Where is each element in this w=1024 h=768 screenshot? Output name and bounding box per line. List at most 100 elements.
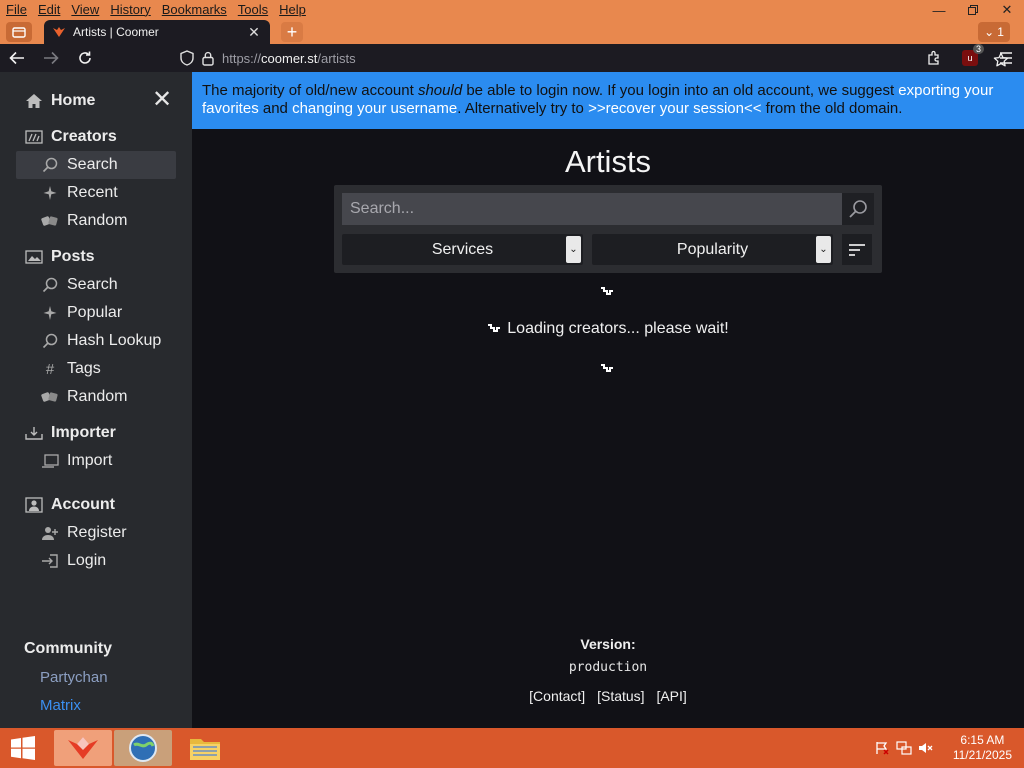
change-username-link[interactable]: changing your username <box>292 100 457 117</box>
sidebar-item-posts-hash-lookup[interactable]: Hash Lookup <box>16 327 176 355</box>
posts-icon <box>24 247 44 267</box>
forward-button[interactable] <box>34 44 68 72</box>
services-select[interactable]: Services ⌄ <box>342 234 583 265</box>
menu-history[interactable]: History <box>104 0 155 20</box>
community-title: Community <box>24 640 112 657</box>
system-tray: 6:15 AM 11/21/2025 <box>871 728 1012 768</box>
account-icon <box>24 495 44 515</box>
taskbar-app-explorer[interactable] <box>176 730 234 766</box>
partychan-link[interactable]: Partychan <box>40 669 108 686</box>
volume-muted-icon[interactable] <box>915 737 937 759</box>
home-label: Home <box>51 92 96 109</box>
menu-view[interactable]: View <box>65 0 104 20</box>
creators-icon <box>24 127 44 147</box>
menu-file[interactable]: File <box>0 0 32 20</box>
search-button[interactable] <box>842 193 874 225</box>
sidebar-item-posts-search[interactable]: Search <box>16 271 176 299</box>
close-tab-icon[interactable]: ✕ <box>246 24 262 41</box>
url-path: /artists <box>317 50 356 66</box>
home-icon <box>24 91 44 111</box>
sidebar-item-register[interactable]: Register <box>16 519 176 547</box>
sidebar-item-label: Search <box>67 276 118 293</box>
sidebar-item-label: Search <box>67 156 118 173</box>
matrix-link[interactable]: Matrix <box>40 697 81 714</box>
menu-edit[interactable]: Edit <box>32 0 65 20</box>
sidebar-section-account: Account <box>24 491 184 519</box>
notice-emphasis: should <box>417 82 463 99</box>
status-link[interactable]: [Status] <box>597 688 644 704</box>
search-input[interactable] <box>342 193 842 225</box>
sparkle-icon <box>40 183 60 203</box>
minimize-icon[interactable]: — <box>922 0 956 20</box>
toolbar-right: u 3 <box>916 44 1024 72</box>
sidebar-item-label: Recent <box>67 184 118 201</box>
sidebar-item-creators-recent[interactable]: Recent <box>16 179 176 207</box>
main-content: The majority of old/new account should b… <box>192 72 1024 728</box>
navigation-bar: https://coomer.st/artists u 3 <box>0 44 1024 72</box>
search-icon <box>40 331 60 351</box>
taskbar-app-browser[interactable] <box>114 730 172 766</box>
sidebar: Home ✕ Creators Search Recent Random Pos… <box>0 72 192 728</box>
sidebar-item-posts-popular[interactable]: Popular <box>16 299 176 327</box>
sidebar-item-creators-search[interactable]: Search <box>16 151 176 179</box>
sidebar-item-posts-random[interactable]: Random <box>16 383 176 411</box>
network-icon[interactable] <box>893 737 915 759</box>
tab-list-button[interactable]: ⌄ 1 <box>978 22 1010 42</box>
close-sidebar-icon[interactable]: ✕ <box>150 88 174 113</box>
loading-spinner-icon <box>487 320 501 338</box>
hamburger-menu-icon[interactable] <box>988 44 1024 72</box>
sidebar-item-label: Random <box>67 388 128 405</box>
menu-tools[interactable]: Tools <box>232 0 273 20</box>
chevron-down-icon: ⌄ <box>816 236 831 263</box>
notice-text: . Alternatively try to <box>457 100 589 117</box>
loading-spinner-icon <box>600 285 614 295</box>
action-center-flag-icon[interactable] <box>871 737 893 759</box>
clock[interactable]: 6:15 AM 11/21/2025 <box>953 733 1012 763</box>
back-button[interactable] <box>0 44 34 72</box>
clock-date: 11/21/2025 <box>952 748 1012 762</box>
sidebar-item-creators-random[interactable]: Random <box>16 207 176 235</box>
services-select-value: Services <box>431 240 494 258</box>
loading-spinner-icon <box>600 362 614 372</box>
tab-overview-icon[interactable] <box>6 22 32 42</box>
sidebar-item-login[interactable]: Login <box>16 547 176 575</box>
coomer-favicon-icon <box>52 25 66 39</box>
taskbar-app-firefox[interactable] <box>54 730 112 766</box>
browser-titlebar: File Edit View History Bookmarks Tools H… <box>0 0 1024 44</box>
url-bar[interactable]: https://coomer.st/artists <box>172 46 1009 70</box>
posts-title: Posts <box>51 248 95 265</box>
lock-icon[interactable] <box>202 51 214 66</box>
reload-button[interactable] <box>68 44 102 72</box>
creators-title: Creators <box>51 128 117 145</box>
menu-help[interactable]: Help <box>273 0 311 20</box>
menu-bookmarks[interactable]: Bookmarks <box>156 0 232 20</box>
ublock-extension-button[interactable]: u 3 <box>952 44 988 72</box>
sparkle-icon <box>40 303 60 323</box>
sort-select[interactable]: Popularity ⌄ <box>592 234 833 265</box>
extensions-icon[interactable] <box>916 44 952 72</box>
sidebar-section-creators: Creators <box>24 123 184 151</box>
user-plus-icon <box>40 523 60 543</box>
chevron-down-icon: ⌄ <box>984 25 995 39</box>
tab-title: Artists | Coomer <box>73 25 159 39</box>
new-tab-button[interactable]: + <box>281 22 303 42</box>
version-value: production <box>568 660 648 675</box>
footer-links: [Contact] [Status] [API] <box>192 688 1024 704</box>
notice-text: be able to login now. If you login into … <box>462 82 899 99</box>
sidebar-item-posts-tags[interactable]: # Tags <box>16 355 176 383</box>
sidebar-item-import[interactable]: Import <box>16 447 176 475</box>
url-scheme: https:// <box>222 50 262 66</box>
sort-order-button[interactable] <box>842 234 872 265</box>
recover-session-link[interactable]: >>recover your session<< <box>588 100 761 117</box>
tab-artists[interactable]: Artists | Coomer ✕ <box>44 20 270 44</box>
api-link[interactable]: [API] <box>656 688 686 704</box>
restore-icon[interactable] <box>956 0 990 20</box>
start-button[interactable] <box>6 734 40 762</box>
sort-select-value: Popularity <box>676 240 749 258</box>
shield-icon[interactable] <box>180 50 194 66</box>
close-window-icon[interactable]: ✕ <box>990 0 1024 20</box>
contact-link[interactable]: [Contact] <box>529 688 585 704</box>
dice-icon <box>40 211 60 231</box>
hash-icon: # <box>45 360 55 378</box>
window-controls: — ✕ <box>922 0 1024 20</box>
